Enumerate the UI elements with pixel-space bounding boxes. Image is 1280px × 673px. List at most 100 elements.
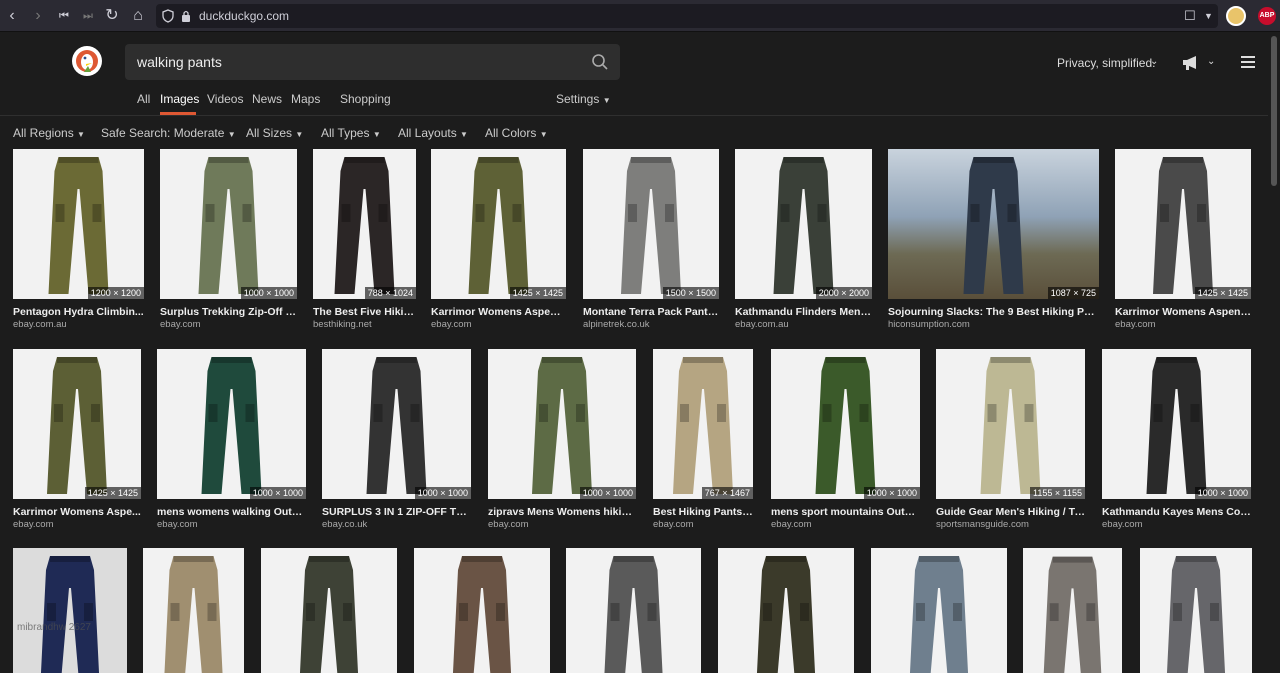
result-thumbnail[interactable] xyxy=(414,548,550,673)
result-title[interactable]: Surplus Trekking Zip-Off C... xyxy=(160,306,297,318)
result-source[interactable]: ebay.com xyxy=(157,519,306,530)
result-thumbnail[interactable]: 1425 × 1425 xyxy=(431,149,566,299)
result-title[interactable]: zipravs Mens Womens hiking... xyxy=(488,506,636,518)
result-title[interactable]: Karrimor Womens Aspen ... xyxy=(431,306,566,318)
result-thumbnail[interactable]: 1000 × 1000 xyxy=(771,349,920,499)
result-thumbnail[interactable] xyxy=(718,548,854,673)
result-title[interactable]: Karrimor Womens Aspe... xyxy=(13,506,141,518)
result-source[interactable]: alpinetrek.co.uk xyxy=(583,319,719,330)
tab-maps[interactable]: Maps xyxy=(291,92,320,106)
result-title[interactable]: Pentagon Hydra Climbin... xyxy=(13,306,144,318)
shield-icon[interactable] xyxy=(162,9,174,23)
result-source[interactable]: ebay.com xyxy=(771,519,920,530)
result-source[interactable]: hiconsumption.com xyxy=(888,319,1099,330)
filter-safe-search[interactable]: Safe Search: Moderate ▼ xyxy=(101,126,236,140)
result-source[interactable]: ebay.com xyxy=(13,519,141,530)
result-thumbnail[interactable] xyxy=(871,548,1007,673)
filter-region[interactable]: All Regions ▼ xyxy=(13,126,85,140)
result-source[interactable]: ebay.com.au xyxy=(13,319,144,330)
result-thumbnail[interactable]: 767 × 1467 xyxy=(653,349,753,499)
url-text[interactable]: duckduckgo.com xyxy=(199,9,289,23)
chevron-down-icon[interactable]: ⌄ xyxy=(1150,56,1158,67)
filter-label: All Sizes xyxy=(246,126,293,140)
result-title[interactable]: Guide Gear Men's Hiking / Tr... xyxy=(936,506,1085,518)
settings-menu[interactable]: Settings ▼ xyxy=(556,92,611,106)
result-source[interactable]: ebay.co.uk xyxy=(322,519,471,530)
result-thumbnail[interactable]: 1425 × 1425 xyxy=(1115,149,1251,299)
search-input[interactable]: walking pants xyxy=(125,44,620,80)
result-thumbnail[interactable]: 788 × 1024 xyxy=(313,149,416,299)
result-thumbnail[interactable]: 2000 × 2000 xyxy=(735,149,872,299)
result-thumbnail[interactable]: 1200 × 1200 xyxy=(13,149,144,299)
bookmark-icon[interactable]: ☐ xyxy=(1184,8,1200,24)
result-thumbnail[interactable]: 1000 × 1000 xyxy=(1102,349,1251,499)
result-source[interactable]: ebay.com.au xyxy=(735,319,872,330)
image-dimensions: 1000 × 1000 xyxy=(414,487,471,499)
result-thumbnail[interactable] xyxy=(566,548,701,673)
image-dimensions: 2000 × 2000 xyxy=(815,287,872,299)
result-title[interactable]: Montane Terra Pack Pants... xyxy=(583,306,719,318)
result-thumbnail[interactable] xyxy=(261,548,397,673)
result-title[interactable]: mens womens walking Outd... xyxy=(157,506,306,518)
last-page-icon[interactable]: ⏭ xyxy=(78,6,98,26)
result-thumbnail[interactable]: 1425 × 1425 xyxy=(13,349,141,499)
result-title[interactable]: SURPLUS 3 IN 1 ZIP-OFF TR... xyxy=(322,506,471,518)
result-source[interactable]: ebay.com xyxy=(488,519,636,530)
filter-color[interactable]: All Colors ▼ xyxy=(485,126,548,140)
result-thumbnail[interactable]: 1000 × 1000 xyxy=(160,149,297,299)
extension-icon[interactable] xyxy=(1226,6,1246,26)
result-title[interactable]: Kathmandu Flinders Mens... xyxy=(735,306,872,318)
home-icon[interactable]: ⌂ xyxy=(128,6,148,26)
tab-videos[interactable]: Videos xyxy=(207,92,243,106)
result-source[interactable]: ebay.com xyxy=(1115,319,1251,330)
result-title[interactable]: Sojourning Slacks: The 9 Best Hiking Pan… xyxy=(888,306,1099,318)
image-dimensions: 1000 × 1000 xyxy=(240,287,297,299)
result-title[interactable]: mens sport mountains Outdo... xyxy=(771,506,920,518)
filter-type[interactable]: All Types ▼ xyxy=(321,126,381,140)
filter-size[interactable]: All Sizes ▼ xyxy=(246,126,303,140)
result-thumbnail[interactable]: 1000 × 1000 xyxy=(488,349,636,499)
privacy-menu[interactable]: Privacy, simplified. xyxy=(1057,56,1155,70)
tab-news[interactable]: News xyxy=(252,92,282,106)
result-thumbnail[interactable] xyxy=(1140,548,1252,673)
tab-shopping[interactable]: Shopping xyxy=(340,92,391,106)
duckduckgo-logo-icon[interactable] xyxy=(72,46,102,76)
filter-layout[interactable]: All Layouts ▼ xyxy=(398,126,468,140)
chevron-down-icon[interactable]: ▼ xyxy=(1204,8,1216,24)
result-thumbnail[interactable]: 1155 × 1155 xyxy=(936,349,1085,499)
caret-down-icon: ▼ xyxy=(602,96,611,105)
result-thumbnail[interactable]: 1500 × 1500 xyxy=(583,149,719,299)
result-thumbnail[interactable]: 1000 × 1000 xyxy=(322,349,471,499)
chevron-down-icon[interactable]: ⌄ xyxy=(1207,56,1215,67)
result-source[interactable]: sportsmansguide.com xyxy=(936,519,1085,530)
result-source[interactable]: ebay.com xyxy=(653,519,753,530)
result-thumbnail[interactable]: 1000 × 1000 xyxy=(157,349,306,499)
result-thumbnail[interactable] xyxy=(1023,548,1122,673)
page-scrollbar[interactable] xyxy=(1268,32,1280,673)
result-thumbnail[interactable] xyxy=(143,548,244,673)
result-source[interactable]: ebay.com xyxy=(1102,519,1251,530)
lock-icon[interactable] xyxy=(180,9,192,23)
hamburger-menu-icon[interactable] xyxy=(1241,55,1255,69)
adblock-icon[interactable]: ABP xyxy=(1258,7,1276,25)
back-icon[interactable]: ‹ xyxy=(2,6,22,26)
result-title[interactable]: The Best Five Hikin... xyxy=(313,306,416,318)
forward-icon[interactable]: › xyxy=(28,6,48,26)
tab-images[interactable]: Images xyxy=(160,92,199,106)
tab-all[interactable]: All xyxy=(137,92,150,106)
result-thumbnail[interactable]: mibrandhw 2627 xyxy=(13,548,127,673)
result-thumbnail[interactable]: 1087 × 725 xyxy=(888,149,1099,299)
scrollbar-thumb[interactable] xyxy=(1271,36,1277,186)
address-bar[interactable]: duckduckgo.com ☐ ▼ xyxy=(156,4,1218,28)
reload-icon[interactable]: ↻ xyxy=(102,6,122,26)
search-query[interactable]: walking pants xyxy=(137,54,222,70)
result-source[interactable]: ebay.com xyxy=(160,319,297,330)
megaphone-icon[interactable] xyxy=(1181,55,1201,71)
first-page-icon[interactable]: ⏮ xyxy=(54,6,74,26)
result-source[interactable]: ebay.com xyxy=(431,319,566,330)
search-icon[interactable] xyxy=(591,53,609,71)
result-title[interactable]: Karrimor Womens Aspen ... xyxy=(1115,306,1251,318)
result-title[interactable]: Kathmandu Kayes Mens Cott... xyxy=(1102,506,1251,518)
result-title[interactable]: Best Hiking Pants | ... xyxy=(653,506,753,518)
result-source[interactable]: besthiking.net xyxy=(313,319,416,330)
